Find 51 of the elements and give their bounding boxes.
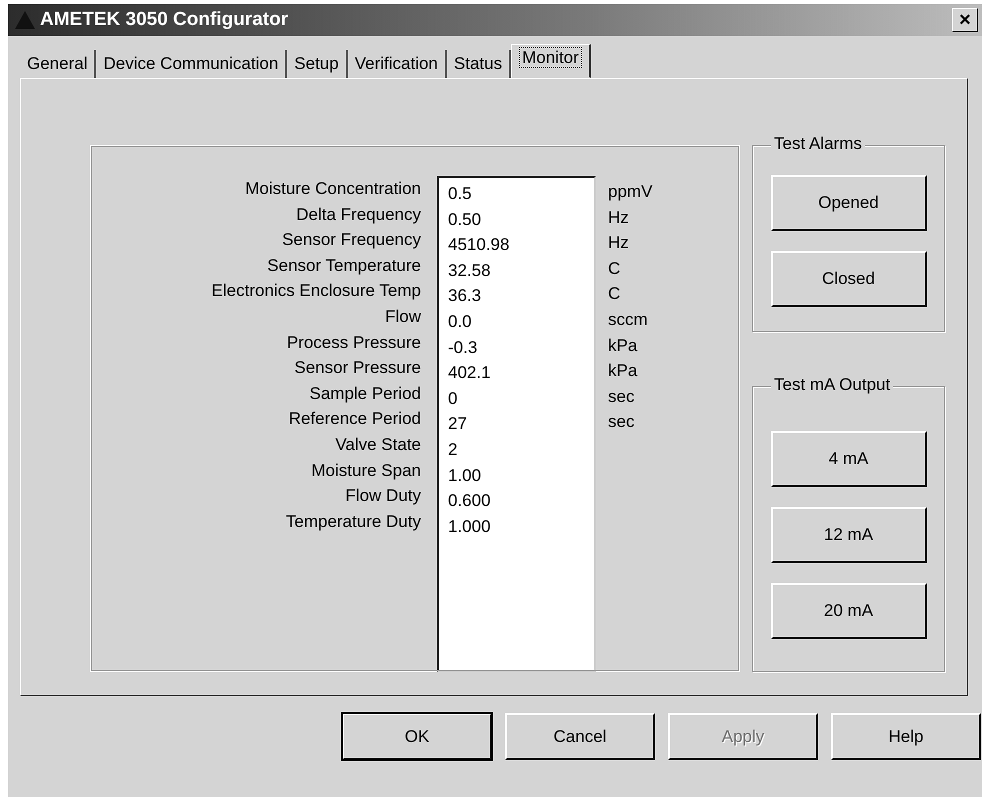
- reading-value: 0.5: [448, 183, 473, 205]
- reading-value: 1.00: [448, 464, 482, 487]
- tab[interactable]: Monitor: [511, 44, 591, 78]
- reading-value: 0.600: [448, 490, 492, 512]
- reading-value: 32.58: [448, 260, 492, 282]
- reading-value: 27: [448, 413, 468, 436]
- close-button[interactable]: ×: [952, 8, 978, 32]
- reading-label: Sensor Pressure: [294, 357, 421, 380]
- test-button[interactable]: 4 mA: [770, 431, 926, 487]
- unit-label: kPa: [608, 360, 638, 382]
- unit-label: C: [608, 258, 622, 280]
- reading-label: Sensor Frequency: [282, 229, 421, 252]
- reading-label: Flow Duty: [345, 485, 421, 508]
- reading-value: 4510.98: [448, 234, 510, 256]
- dialog-button[interactable]: OK: [342, 713, 492, 760]
- dialog-button[interactable]: Cancel: [505, 713, 655, 760]
- reading-label: Electronics Enclosure Temp: [212, 280, 421, 302]
- test-button[interactable]: 20 mA: [770, 583, 926, 639]
- reading-label: Process Pressure: [286, 332, 421, 354]
- reading-value: 402.1: [448, 362, 492, 384]
- dialog-button[interactable]: Help: [831, 713, 981, 760]
- group-title: Test mA Output: [771, 375, 894, 395]
- test-button[interactable]: 12 mA: [770, 507, 926, 563]
- reading-value: 0: [448, 388, 458, 410]
- unit-label: kPa: [608, 334, 638, 357]
- reading-label: Moisture Span: [311, 460, 421, 482]
- test-button[interactable]: Opened: [770, 175, 926, 231]
- reading-value: 36.3: [448, 285, 482, 308]
- reading-label: Moisture Concentration: [245, 178, 421, 200]
- reading-label: Sensor Temperature: [267, 254, 421, 277]
- reading-value: 2: [448, 438, 458, 461]
- reading-label: Delta Frequency: [296, 204, 421, 226]
- reading-label: Reference Period: [288, 408, 421, 430]
- reading-value: -0.3: [448, 336, 478, 359]
- reading-label: Sample Period: [309, 382, 421, 405]
- unit-label: ppmV: [608, 181, 652, 203]
- unit-label: sec: [608, 411, 636, 434]
- triangle-logo-icon: [14, 10, 36, 30]
- reading-value: 0.0: [448, 310, 473, 333]
- unit-label: Hz: [608, 206, 630, 229]
- unit-label: Hz: [608, 232, 630, 254]
- unit-label: sccm: [608, 308, 649, 331]
- unit-label: C: [608, 283, 622, 306]
- reading-label: Valve State: [335, 434, 421, 456]
- unit-label: sec: [608, 386, 636, 408]
- reading-label: Temperature Duty: [286, 510, 421, 533]
- reading-label: Flow: [385, 306, 421, 328]
- reading-value: 1.000: [448, 516, 492, 538]
- window-title: AMETEK 3050 Configurator: [40, 9, 290, 31]
- reading-value: 0.50: [448, 208, 482, 231]
- test-button[interactable]: Closed: [770, 251, 926, 307]
